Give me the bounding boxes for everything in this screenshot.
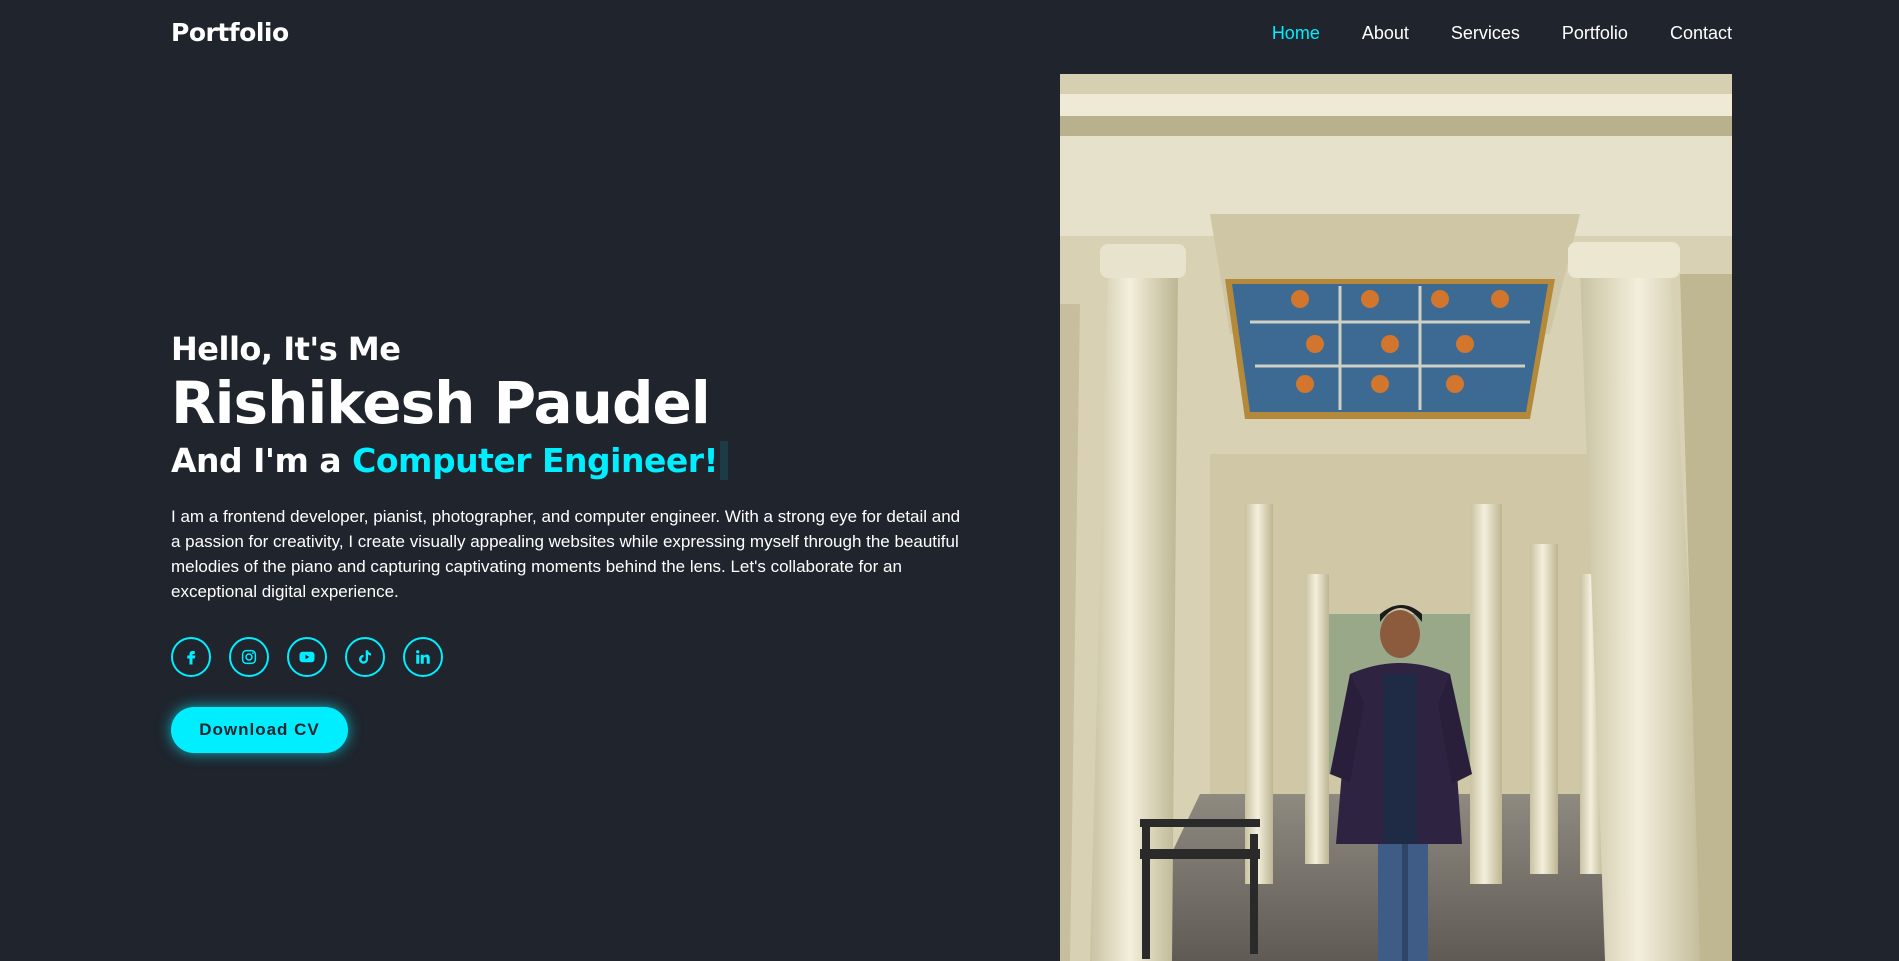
hero-description: I am a frontend developer, pianist, phot… — [171, 506, 961, 601]
linkedin-link[interactable] — [403, 636, 443, 677]
nav-about[interactable]: About — [1362, 23, 1409, 44]
download-cv-button[interactable]: Download CV — [171, 706, 348, 753]
hero-name: Rishikesh Paudel — [171, 369, 711, 437]
instagram-icon — [241, 649, 257, 664]
hero-content: Hello, It's Me Rishikesh Paudel And I'm … — [171, 330, 971, 753]
greeting: Hello, It's Me — [171, 330, 401, 368]
nav-contact[interactable]: Contact — [1670, 23, 1732, 44]
nav-home[interactable]: Home — [1272, 23, 1320, 44]
social-links — [171, 636, 971, 677]
instagram-link[interactable] — [229, 636, 269, 677]
tiktok-link[interactable] — [345, 636, 385, 677]
main-nav: Home About Services Portfolio Contact — [1272, 23, 1732, 44]
site-header: Portfolio Home About Services Portfolio … — [0, 0, 1899, 70]
youtube-link[interactable] — [287, 636, 327, 677]
nav-portfolio[interactable]: Portfolio — [1562, 23, 1628, 44]
tiktok-icon — [359, 649, 371, 664]
linkedin-icon — [416, 649, 430, 664]
facebook-icon — [187, 650, 196, 665]
hero-photo — [1060, 74, 1732, 961]
facebook-link[interactable] — [171, 636, 211, 677]
logo-link[interactable]: Portfolio — [171, 18, 289, 47]
youtube-icon — [299, 651, 315, 662]
role-prefix: And I'm a — [171, 440, 353, 480]
profile-photo-image — [1060, 74, 1732, 961]
role-highlight: Computer Engineer! — [352, 440, 729, 480]
nav-services[interactable]: Services — [1451, 23, 1520, 44]
role-line: And I'm a Computer Engineer! — [171, 440, 971, 480]
